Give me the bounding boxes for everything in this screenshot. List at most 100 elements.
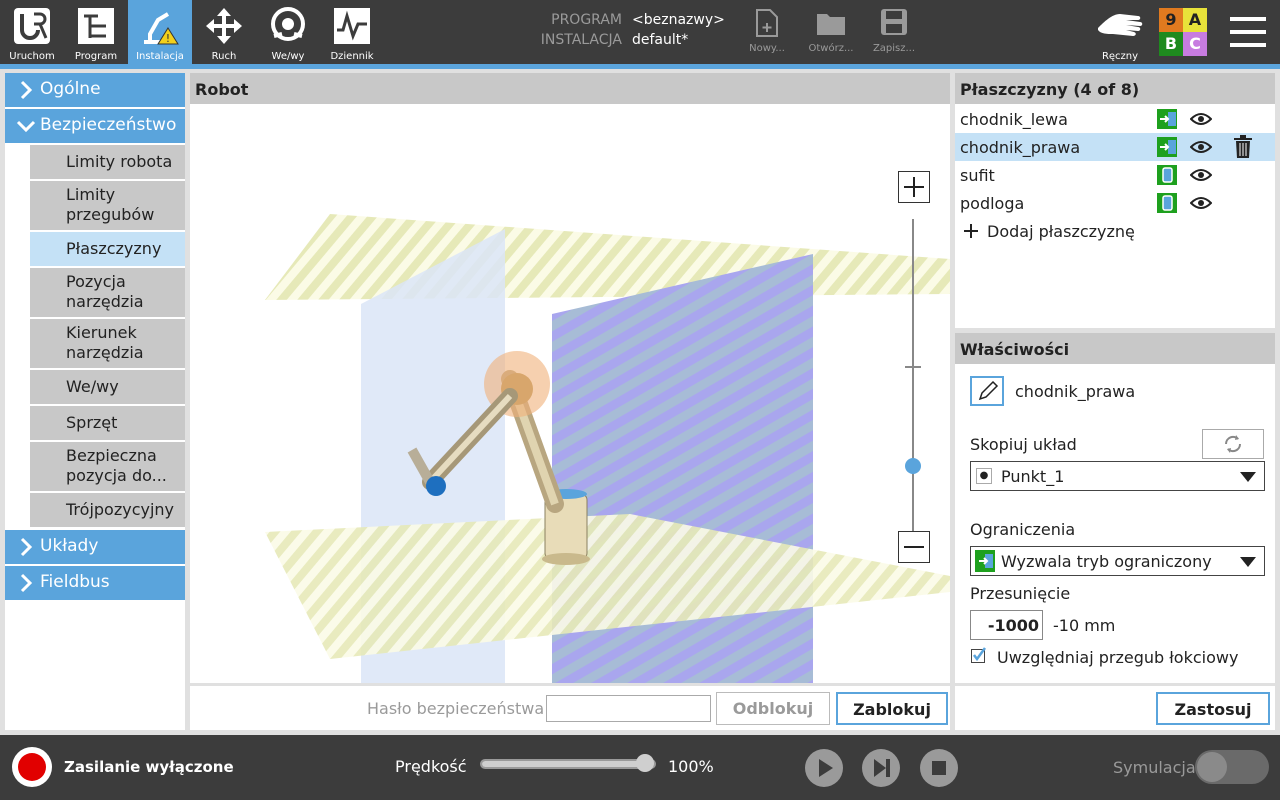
- minus-icon: [904, 546, 924, 548]
- step-button[interactable]: [862, 749, 900, 787]
- new-file-icon: [756, 9, 778, 37]
- chevron-down-icon: [16, 120, 36, 133]
- log-icon: [334, 8, 370, 44]
- plane-row[interactable]: chodnik_prawa: [955, 133, 1275, 161]
- add-plane-button[interactable]: Dodaj płaszczyznę: [963, 221, 1163, 245]
- robot-3d-view[interactable]: [190, 104, 950, 683]
- installation-warning-icon: !: [144, 12, 179, 45]
- installation-label: INSTALACJA: [540, 32, 622, 48]
- nav-joint-limits[interactable]: Limity przegubów: [30, 181, 185, 230]
- password-bar: Hasło bezpieczeństwa Odblokuj Zablokuj: [190, 686, 950, 730]
- nav-hardware[interactable]: Sprzęt: [30, 406, 185, 440]
- ceiling-plane: [265, 214, 950, 300]
- refresh-button[interactable]: [1202, 429, 1264, 459]
- zoom-slider-handle[interactable]: [905, 458, 921, 474]
- eye-icon[interactable]: [1190, 195, 1212, 211]
- restrictions-select[interactable]: Wyzwala tryb ograniczony: [970, 546, 1265, 576]
- save-file-button[interactable]: Zapisz...: [864, 6, 924, 62]
- nav-tool-direction[interactable]: Kierunek narzędzia: [30, 319, 185, 368]
- chevron-right-icon: [20, 573, 33, 593]
- nav-planes[interactable]: Płaszczyzny: [30, 232, 185, 266]
- speed-slider-fill: [482, 761, 654, 767]
- password-input[interactable]: [546, 695, 711, 722]
- stop-button[interactable]: [920, 749, 958, 787]
- lock-button[interactable]: Zablokuj: [836, 692, 948, 725]
- offset-input[interactable]: -1000: [970, 610, 1043, 640]
- rename-button[interactable]: [970, 376, 1004, 406]
- simulation-label: Symulacja: [1113, 758, 1196, 777]
- plane-row[interactable]: chodnik_lewa: [955, 105, 1275, 133]
- power-button[interactable]: [12, 747, 52, 787]
- plane-row[interactable]: podloga: [955, 189, 1275, 217]
- log-tab[interactable]: Dziennik: [320, 0, 384, 64]
- stop-icon: [932, 761, 946, 775]
- new-file-label: Nowy...: [749, 43, 785, 54]
- play-button[interactable]: [805, 749, 843, 787]
- program-icon: [78, 8, 114, 44]
- apply-button[interactable]: Zastosuj: [1156, 692, 1270, 725]
- nav-fieldbus[interactable]: Fieldbus: [5, 566, 185, 600]
- nav-safety-io[interactable]: We/wy: [30, 370, 185, 404]
- nav-safety[interactable]: Bezpieczeństwo: [5, 109, 185, 143]
- nav-fieldbus-label: Fieldbus: [40, 572, 110, 592]
- elbow-checkbox[interactable]: [971, 647, 987, 663]
- hamburger-menu-icon: [1230, 17, 1266, 47]
- simulation-toggle[interactable]: [1195, 750, 1269, 784]
- dropdown-arrow-icon: [1240, 557, 1256, 567]
- trigger-reduced-icon: [975, 550, 995, 572]
- restrictions-value: Wyzwala tryb ograniczony: [1001, 552, 1212, 571]
- plane-name: sufit: [960, 166, 995, 185]
- nav-tool-position[interactable]: Pozycja narzędzia: [30, 268, 185, 317]
- io-icon: [271, 7, 305, 41]
- plus-icon: [904, 177, 924, 197]
- plus-icon: [964, 224, 978, 238]
- trash-icon[interactable]: [1233, 135, 1253, 159]
- power-status: Zasilanie wyłączone: [64, 758, 234, 776]
- normal-mode-icon: [1157, 165, 1177, 185]
- unlock-button[interactable]: Odblokuj: [716, 692, 830, 725]
- ur-logo-icon: [14, 8, 50, 44]
- installation-name: default*: [632, 32, 689, 48]
- speed-slider[interactable]: [480, 754, 656, 772]
- nav-robot-limits[interactable]: Limity robota: [30, 145, 185, 179]
- run-tab[interactable]: Uruchom: [0, 0, 64, 64]
- speed-slider-badges[interactable]: 9 A B C: [1159, 8, 1207, 56]
- elbow-label: Uwzględniaj przegub łokciowy: [997, 648, 1239, 667]
- left-navigation: Ogólne Bezpieczeństwo Limity robota Limi…: [5, 73, 185, 730]
- planes-title: Płaszczyzny (4 of 8): [955, 73, 1275, 104]
- nav-three-position[interactable]: Trójpozycyjny: [30, 493, 185, 527]
- plane-name: chodnik_prawa: [1015, 382, 1136, 401]
- program-tab[interactable]: Program: [64, 0, 128, 64]
- open-file-button[interactable]: Otwórz...: [801, 6, 861, 62]
- eye-icon[interactable]: [1190, 111, 1212, 127]
- plane-row[interactable]: sufit: [955, 161, 1275, 189]
- speed-slider-handle[interactable]: [636, 754, 654, 772]
- zoom-out-button[interactable]: [898, 531, 930, 563]
- open-file-label: Otwórz...: [808, 43, 854, 54]
- normal-mode-icon: [1157, 193, 1177, 213]
- refresh-icon: [1224, 435, 1242, 453]
- log-tab-label: Dziennik: [330, 51, 374, 62]
- manual-mode-button[interactable]: Ręczny: [1092, 4, 1148, 62]
- move-tab-label: Ruch: [211, 51, 237, 62]
- nav-frames[interactable]: Układy: [5, 530, 185, 564]
- installation-tab[interactable]: ! Instalacja: [128, 0, 192, 64]
- io-tab[interactable]: We/wy: [256, 0, 320, 64]
- manual-mode-label: Ręczny: [1101, 51, 1139, 62]
- move-tab[interactable]: Ruch: [192, 0, 256, 64]
- program-label: PROGRAM: [551, 12, 622, 28]
- eye-icon[interactable]: [1190, 167, 1212, 183]
- properties-title: Właściwości: [955, 333, 1275, 364]
- nav-general[interactable]: Ogólne: [5, 73, 185, 107]
- dropdown-arrow-icon: [1240, 472, 1256, 482]
- pencil-icon: [978, 380, 999, 401]
- copy-frame-select[interactable]: ● Punkt_1: [970, 461, 1265, 491]
- new-file-button[interactable]: Nowy...: [737, 6, 797, 62]
- eye-icon[interactable]: [1190, 139, 1212, 155]
- zoom-in-button[interactable]: [898, 171, 930, 203]
- nav-safe-home[interactable]: Bezpieczna pozycja do...: [30, 442, 185, 491]
- restrictions-label: Ograniczenia: [970, 520, 1076, 539]
- hamburger-menu-button[interactable]: [1228, 14, 1268, 50]
- top-bar: Uruchom Program ! Instalacja Ruch We/wy …: [0, 0, 1280, 64]
- power-off-icon: [18, 753, 46, 781]
